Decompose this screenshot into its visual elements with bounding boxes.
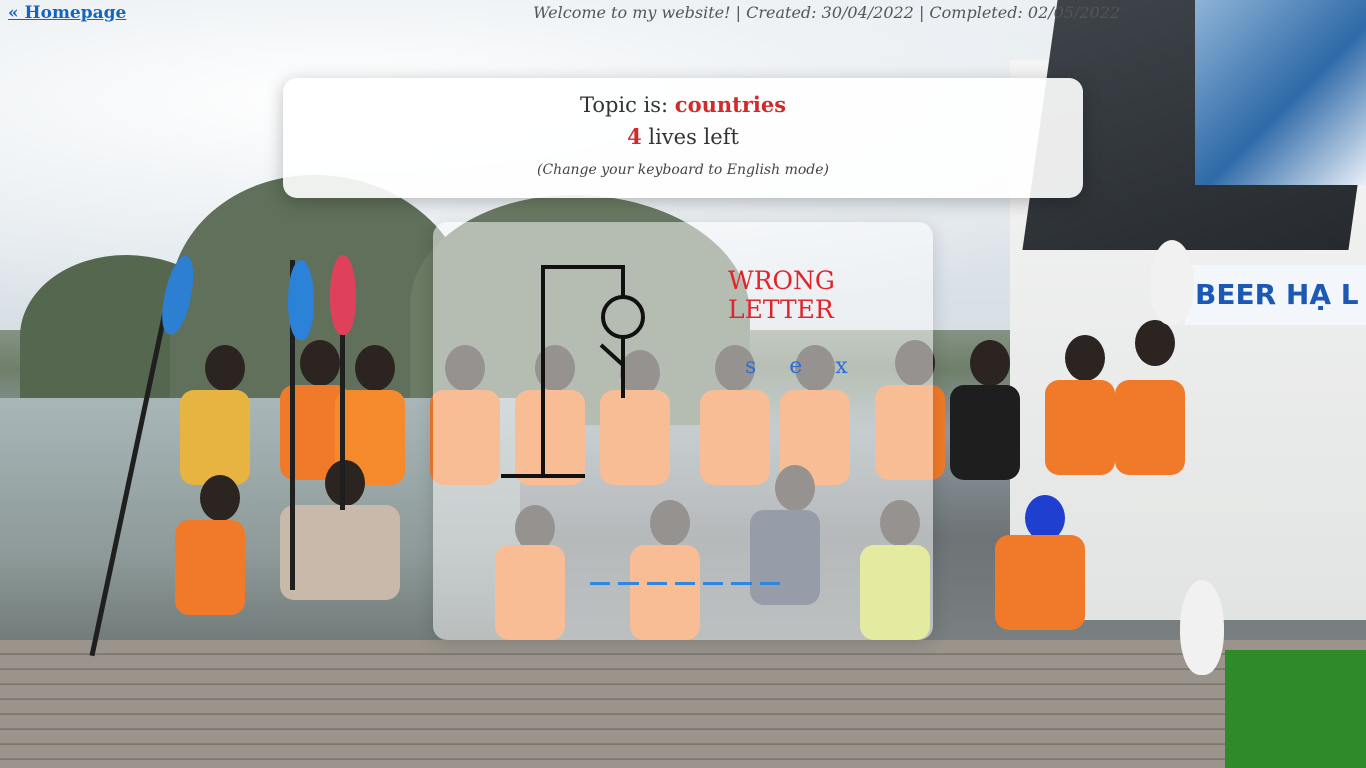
life-vest <box>1115 380 1185 475</box>
life-vest <box>180 390 250 485</box>
hangman-arm <box>599 343 625 367</box>
person-head <box>325 460 365 506</box>
keyboard-hint: (Change your keyboard to English mode) <box>537 162 829 178</box>
letter-blank <box>674 582 696 585</box>
shirt <box>950 385 1020 480</box>
person-head <box>355 345 395 391</box>
hangman-game-card: WRONG LETTER s e x <box>433 222 933 640</box>
wrong-title-line1: WRONG <box>728 266 835 295</box>
person-head <box>1135 320 1175 366</box>
hangman-head <box>601 295 645 339</box>
paddle-blade <box>1180 580 1224 675</box>
word-blanks <box>590 582 780 588</box>
life-vest <box>175 520 245 615</box>
person-head <box>300 340 340 386</box>
welcome-text: Welcome to my website! | Created: 30/04/… <box>533 3 1121 22</box>
life-vest <box>995 535 1085 630</box>
letter-blank <box>731 582 752 585</box>
person-head <box>200 475 240 521</box>
restaurant-sign: BEER HẠ L <box>1185 265 1366 325</box>
grass-mat <box>1225 650 1366 768</box>
homepage-link[interactable]: « Homepage <box>8 3 126 23</box>
topic-line: Topic is: countries <box>283 92 1083 117</box>
person-head <box>970 340 1010 386</box>
paddle-blade <box>1150 240 1194 325</box>
wrong-letters: s e x <box>745 354 861 379</box>
topic-card: Topic is: countries 4 lives left (Change… <box>283 78 1083 198</box>
shirt <box>280 505 400 600</box>
letter-blank <box>646 582 667 585</box>
wrong-letter-title: WRONG LETTER <box>728 266 878 324</box>
paddle-blade <box>330 255 356 335</box>
topic-prefix: Topic is: <box>579 93 675 117</box>
wrong-title-line2: LETTER <box>728 295 834 324</box>
topic-value: countries <box>674 92 787 117</box>
letter-blank <box>618 582 639 585</box>
lives-line: 4 lives left <box>283 124 1083 149</box>
lives-suffix: lives left <box>641 125 739 149</box>
person-head <box>1065 335 1105 381</box>
letter-blank <box>759 582 780 585</box>
letter-blank <box>703 582 724 585</box>
paddle-blade <box>288 260 314 340</box>
life-vest <box>1045 380 1115 475</box>
letter-blank <box>590 582 611 585</box>
lives-count: 4 <box>627 124 642 149</box>
person-head <box>205 345 245 391</box>
painting <box>1195 0 1366 185</box>
